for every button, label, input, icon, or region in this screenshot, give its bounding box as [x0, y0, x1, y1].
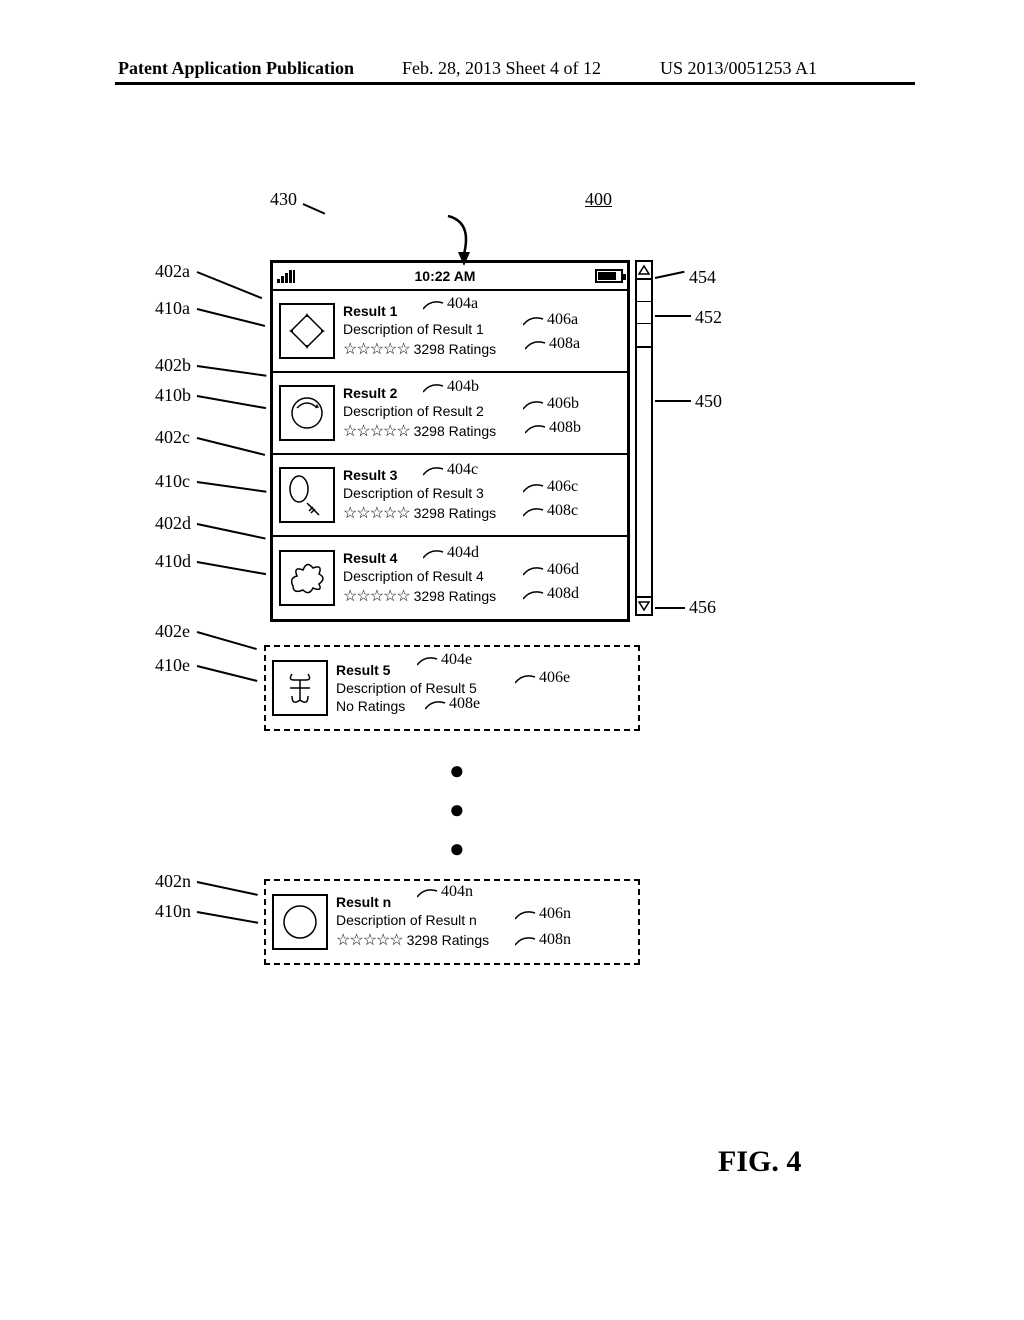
ref-410d: 410d [155, 551, 191, 572]
ref-406c: 406c [523, 478, 578, 496]
figure-label: FIG. 4 [718, 1145, 801, 1179]
leader-line [197, 665, 258, 682]
leader-line [197, 911, 258, 924]
scroll-down-icon[interactable] [637, 596, 651, 614]
leader-line [197, 365, 267, 377]
scrollbar-thumb[interactable] [637, 280, 651, 348]
scroll-up-icon[interactable] [637, 262, 651, 280]
row-c-desc: Description of Result 3 [343, 485, 496, 501]
ref-406d: 406d [523, 561, 579, 579]
ref-402n: 402n [155, 871, 191, 892]
thumb-a [279, 303, 335, 359]
leader-line [197, 881, 258, 896]
thumb-d [279, 550, 335, 606]
statusbar: 10:22 AM [273, 263, 627, 291]
header-rule [115, 82, 915, 85]
leader-line [197, 631, 257, 650]
ref-410c: 410c [155, 471, 190, 492]
thumb-e [272, 660, 328, 716]
header-left: Patent Application Publication [118, 58, 354, 79]
ref-410n: 410n [155, 901, 191, 922]
ref-430: 430 [270, 189, 297, 210]
leader-line [197, 271, 263, 299]
ref-400: 400 [585, 189, 612, 210]
ref-410a: 410a [155, 298, 190, 319]
leader-line [655, 271, 685, 279]
ref-404d: 404d [423, 544, 479, 562]
row-b-rating: ☆☆☆☆☆ 3298 Ratings [343, 421, 496, 441]
ref-406e: 406e [515, 669, 570, 687]
thumb-n [272, 894, 328, 950]
ref-404c: 404c [423, 461, 478, 479]
star-icons: ☆☆☆☆☆ [343, 505, 410, 522]
row-n-text: Result n Description of Result n ☆☆☆☆☆ 3… [336, 894, 489, 950]
leader-line [655, 607, 685, 609]
ref-408c: 408c [523, 502, 578, 520]
star-icons: ☆☆☆☆☆ [343, 588, 410, 605]
ref-406a: 406a [523, 311, 578, 329]
ref-410b: 410b [155, 385, 191, 406]
row-a-desc: Description of Result 1 [343, 321, 496, 337]
row-n-rating: ☆☆☆☆☆ 3298 Ratings [336, 930, 489, 950]
ref-410e: 410e [155, 655, 190, 676]
ref-408e: 408e [425, 695, 480, 713]
ref-404n: 404n [417, 883, 473, 901]
header-right: US 2013/0051253 A1 [660, 58, 817, 79]
battery-icon [595, 269, 623, 283]
ref-404a: 404a [423, 295, 478, 313]
star-icons: ☆☆☆☆☆ [343, 423, 410, 440]
leader-line [197, 395, 266, 409]
ref-456: 456 [689, 597, 716, 618]
row-c-rating: ☆☆☆☆☆ 3298 Ratings [343, 503, 496, 523]
star-icons: ☆☆☆☆☆ [343, 341, 410, 358]
ref-402c: 402c [155, 427, 190, 448]
thumb-b [279, 385, 335, 441]
status-time: 10:22 AM [415, 268, 476, 284]
row-a-rating: ☆☆☆☆☆ 3298 Ratings [343, 339, 496, 359]
ref-402b: 402b [155, 355, 191, 376]
ref-408n: 408n [515, 931, 571, 949]
leader-line [197, 308, 265, 327]
row-e-desc: Description of Result 5 [336, 680, 477, 696]
ref-402d: 402d [155, 513, 191, 534]
row-b-desc: Description of Result 2 [343, 403, 496, 419]
thumb-c [279, 467, 335, 523]
header-center: Feb. 28, 2013 Sheet 4 of 12 [402, 58, 601, 79]
leader-line [197, 437, 265, 456]
leader-line [655, 400, 691, 402]
ref-402a: 402a [155, 261, 190, 282]
scrollbar[interactable] [635, 260, 653, 616]
ref-406n: 406n [515, 905, 571, 923]
leader-line [197, 561, 266, 575]
ref-408a: 408a [525, 335, 580, 353]
leader-line [197, 523, 266, 540]
ref-452: 452 [695, 307, 722, 328]
leader-line [197, 481, 267, 493]
row-d-desc: Description of Result 4 [343, 568, 496, 584]
leader-line [303, 203, 326, 215]
star-icons: ☆☆☆☆☆ [336, 932, 403, 949]
ref-404b: 404b [423, 378, 479, 396]
row-d-rating: ☆☆☆☆☆ 3298 Ratings [343, 586, 496, 606]
ref-454: 454 [689, 267, 716, 288]
ref-450: 450 [695, 391, 722, 412]
ellipsis-icon: ●●● [449, 751, 465, 868]
ref-402e: 402e [155, 621, 190, 642]
ref-408b: 408b [525, 419, 581, 437]
row-n-desc: Description of Result n [336, 912, 489, 928]
signal-icon [277, 269, 295, 283]
ref-404e: 404e [417, 651, 472, 669]
ref-408d: 408d [523, 585, 579, 603]
leader-line [655, 315, 691, 317]
ref-406b: 406b [523, 395, 579, 413]
